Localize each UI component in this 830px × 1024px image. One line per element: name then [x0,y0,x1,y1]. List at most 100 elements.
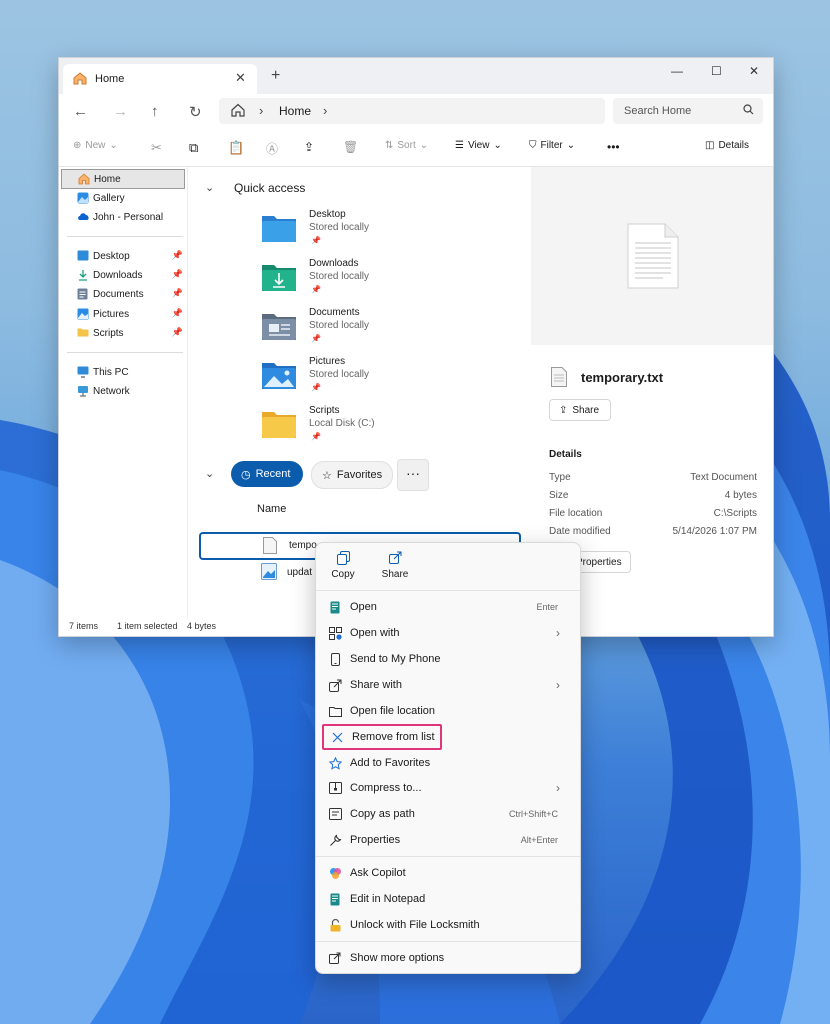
sidebar-item-desktop[interactable]: Desktop 📌 [61,247,183,265]
recent-tab[interactable]: ◷ Recent [231,461,303,487]
paste-icon[interactable]: 📋 [228,140,244,156]
share-icon[interactable]: ⇪ [304,140,314,154]
refresh-icon[interactable]: ↻ [189,103,202,121]
pin-icon: 📌 [171,269,183,279]
close-window-icon[interactable]: ✕ [749,64,759,78]
quick-access-item-scripts[interactable]: Scripts Local Disk (C:) 📌 [261,405,521,451]
menu-item-send-to-phone[interactable]: Send to My Phone [322,647,574,671]
star-icon [328,756,342,770]
rename-icon[interactable]: Ⓐ [266,140,278,157]
chevron-right-icon[interactable]: › [323,103,327,118]
share-icon [370,551,420,569]
menu-item-edit-in-notepad[interactable]: Edit in Notepad [322,887,574,911]
quick-access-item-pictures[interactable]: Pictures Stored locally 📌 [261,356,521,402]
copy-icon[interactable]: ⧉ [189,140,198,156]
menu-item-open-file-location[interactable]: Open file location [322,699,574,723]
breadcrumb-home[interactable]: Home [279,104,311,118]
cut-icon[interactable]: ✂ [151,140,162,156]
chevron-down-icon[interactable]: ⌄ [205,467,214,480]
recent-label: Recent [255,468,291,480]
pin-icon: 📌 [311,285,321,294]
menu-item-show-more-options[interactable]: Show more options [322,946,574,970]
quick-access-item-downloads[interactable]: Downloads Stored locally 📌 [261,258,521,304]
wrench-icon [328,833,342,847]
search-input[interactable]: Search Home [613,98,763,124]
sidebar-item-onedrive[interactable]: John - Personal [61,208,183,226]
forward-icon[interactable]: → [113,103,128,120]
documents-folder-icon [261,311,297,340]
new-tab-button[interactable]: + [271,67,280,85]
item-count: 7 items [69,621,99,631]
menu-item-open[interactable]: Open Enter [322,595,574,619]
close-tab-icon[interactable]: ✕ [235,70,246,86]
sidebar-item-home[interactable]: Home [61,169,185,189]
menu-item-compress-to[interactable]: Compress to... › [322,776,574,800]
share-button[interactable]: Share [370,551,420,580]
sidebar-item-gallery[interactable]: Gallery [61,189,183,207]
more-options-button[interactable]: ••• [607,140,620,154]
property-label: Date modified [549,526,611,537]
sidebar-divider [67,352,183,353]
copy-icon [318,551,368,569]
copy-button[interactable]: Copy [318,551,368,580]
address-bar[interactable]: › Home › [219,98,605,124]
up-icon[interactable]: ↑ [151,103,159,120]
pin-icon: 📌 [171,327,183,337]
menu-item-open-with[interactable]: Open with › [322,621,574,645]
filter-icon: ⛉ [529,140,537,151]
more-options-button[interactable]: ··· [397,459,429,491]
sidebar-item-scripts[interactable]: Scripts 📌 [61,324,183,342]
menu-item-add-to-favorites[interactable]: Add to Favorites [322,751,574,775]
menu-item-remove-from-list[interactable]: Remove from list [322,724,442,750]
file-name: tempo [289,540,317,551]
sort-button[interactable]: ⇅ Sort ⌄ [385,140,428,151]
sidebar-item-downloads[interactable]: Downloads 📌 [61,266,183,284]
menu-item-properties[interactable]: Properties Alt+Enter [322,828,574,852]
copy-label: Copy [331,569,355,580]
menu-item-ask-copilot[interactable]: Ask Copilot [322,861,574,885]
file-preview [531,167,773,345]
new-button[interactable]: ⊕ New ⌄ [73,140,118,151]
name-column-header[interactable]: Name [257,503,286,515]
open-with-icon [328,626,342,640]
share-button[interactable]: ⇪ Share [549,399,611,421]
network-icon [77,385,89,397]
details-pane-button[interactable]: ◫ Details [705,140,749,151]
view-button[interactable]: ☰ View ⌄ [455,140,502,151]
chevron-down-icon[interactable]: ⌄ [205,181,214,194]
sidebar-item-network[interactable]: Network [61,382,183,400]
chevron-down-icon: ⌄ [493,140,502,151]
quick-access-item-documents[interactable]: Documents Stored locally 📌 [261,307,521,353]
sidebar-item-this-pc[interactable]: This PC [61,363,183,381]
minimize-icon[interactable]: — [671,64,683,78]
pin-icon: 📌 [311,334,321,343]
delete-icon[interactable]: 🗑 [343,140,358,154]
back-icon[interactable]: ← [73,103,88,120]
share-label: Share [572,404,600,416]
folder-outline-icon [328,704,342,718]
sidebar-item-documents[interactable]: Documents 📌 [61,285,183,303]
quick-access-heading: Quick access [234,181,306,195]
desktop-icon [77,250,89,262]
address-bar-row: ← → ↑ ↻ › Home › Search Home [59,94,773,130]
sidebar-item-label: Downloads [93,269,143,281]
quick-access-item-desktop[interactable]: Desktop Stored locally 📌 [261,209,521,255]
pictures-folder-icon [261,360,297,389]
shortcut-label: Ctrl+Shift+C [508,809,558,819]
home-icon [73,72,87,88]
menu-item-unlock-file-locksmith[interactable]: Unlock with File Locksmith [322,913,574,937]
menu-item-share-with[interactable]: Share with › [322,673,574,697]
selected-file-name: temporary.txt [581,370,664,385]
favorites-tab[interactable]: ☆ Favorites [311,461,393,489]
tab-home[interactable]: Home ✕ [63,64,257,94]
menu-item-copy-as-path[interactable]: Copy as path Ctrl+Shift+C [322,802,574,826]
sidebar-item-pictures[interactable]: Pictures 📌 [61,305,183,323]
details-pane-icon: ◫ [705,140,715,151]
filter-button[interactable]: ⛉ Filter ⌄ [529,140,575,151]
chevron-right-icon: › [259,103,264,118]
context-menu-quick-actions: Copy Share [316,543,580,591]
maximize-icon[interactable]: ☐ [711,64,722,78]
open-icon [328,600,342,614]
share-icon [328,678,342,692]
menu-item-label: Edit in Notepad [350,893,426,905]
